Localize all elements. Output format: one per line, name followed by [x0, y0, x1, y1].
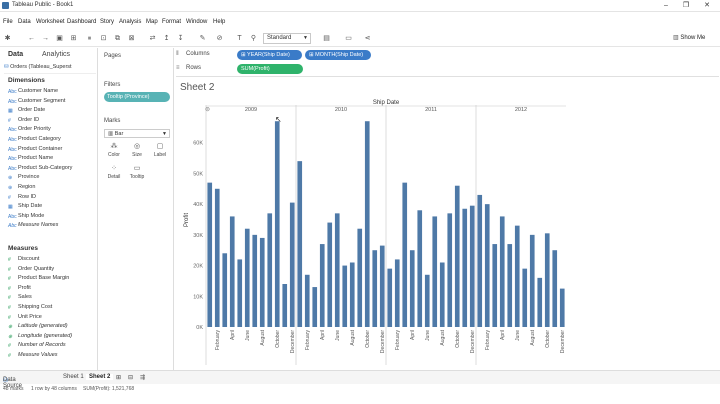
x-tick-label: June — [245, 330, 251, 341]
bar — [552, 250, 558, 327]
bar — [289, 202, 295, 327]
x-tick-label: October — [275, 330, 281, 348]
bar — [304, 274, 310, 327]
bar — [214, 188, 220, 327]
bar — [267, 213, 273, 327]
x-tick-label: February — [215, 330, 221, 351]
x-tick-label: December — [470, 330, 476, 353]
bar — [454, 185, 460, 327]
bar — [319, 244, 325, 327]
x-tick-label: August — [440, 329, 446, 345]
year-header: 2010 — [335, 107, 347, 113]
year-header: 2012 — [515, 107, 527, 113]
bar — [237, 259, 243, 327]
y-axis-label: Profit — [184, 213, 190, 227]
bar — [484, 204, 490, 327]
bar — [432, 216, 438, 327]
y-tick-label: 40K — [193, 202, 203, 208]
year-header: 2011 — [425, 107, 437, 113]
x-tick-label: April — [320, 330, 326, 340]
new-worksheet-icon[interactable]: ⊞ — [116, 374, 121, 381]
mouse-cursor-icon: ↖ — [275, 115, 282, 124]
x-tick-label: August — [350, 329, 356, 345]
x-tick-label: April — [230, 330, 236, 340]
bar — [402, 182, 408, 327]
bar — [417, 210, 423, 327]
bar — [357, 228, 363, 327]
tab-sheet-1[interactable]: Sheet 1 — [63, 374, 84, 380]
bar — [297, 161, 303, 327]
bar — [349, 262, 355, 327]
x-tick-label: February — [305, 330, 311, 351]
tab-sheet-2[interactable]: Sheet 2 — [86, 374, 114, 380]
chart-column-header: Ship Date — [373, 100, 400, 106]
bar — [207, 182, 213, 327]
x-tick-label: April — [500, 330, 506, 340]
y-tick-label: 20K — [193, 264, 203, 270]
x-tick-label: October — [545, 330, 551, 348]
bar — [514, 225, 520, 327]
x-tick-label: June — [515, 330, 521, 341]
y-tick-label: 10K — [193, 294, 203, 300]
bar — [439, 262, 445, 327]
bar — [387, 268, 393, 327]
status-marks: 48 marks — [3, 386, 24, 392]
bar — [229, 216, 235, 327]
bar — [282, 284, 288, 327]
bar — [462, 208, 468, 327]
x-tick-label: August — [530, 329, 536, 345]
y-tick-label: 30K — [193, 233, 203, 239]
bar — [364, 121, 370, 327]
x-tick-label: December — [560, 330, 566, 353]
y-tick-label: 0K — [196, 325, 203, 331]
bar — [342, 265, 348, 327]
status-bar: 48 marks 1 row by 48 columns SUM(Profit)… — [0, 384, 720, 394]
x-tick-label: December — [380, 330, 386, 353]
x-tick-label: February — [485, 330, 491, 351]
bar — [259, 237, 265, 327]
bar — [334, 213, 340, 327]
y-tick-label: 50K — [193, 171, 203, 177]
new-story-icon[interactable]: ⇶ — [140, 374, 145, 381]
sheet-tabs: ⛁ Data Source Sheet 1 Sheet 2 ⊞ ⊟ ⇶ — [0, 370, 720, 389]
bar — [274, 121, 280, 327]
bar — [537, 277, 543, 327]
bar — [522, 268, 528, 327]
bar — [477, 194, 483, 327]
bar — [492, 244, 498, 327]
bar — [469, 205, 475, 327]
year-header: 2009 — [245, 107, 257, 113]
bar — [447, 213, 453, 327]
bar — [244, 228, 250, 327]
bar — [559, 288, 565, 327]
bar — [544, 233, 550, 327]
bar — [394, 259, 400, 327]
y-tick-label: 60K — [193, 141, 203, 147]
bar — [507, 244, 513, 327]
x-tick-label: April — [410, 330, 416, 340]
x-tick-label: October — [365, 330, 371, 348]
x-tick-label: June — [335, 330, 341, 341]
sort-icon: ⊜ — [205, 107, 210, 113]
x-tick-label: August — [260, 329, 266, 345]
bar — [379, 245, 385, 327]
new-dashboard-icon[interactable]: ⊟ — [128, 374, 133, 381]
x-tick-label: February — [395, 330, 401, 351]
x-tick-label: June — [425, 330, 431, 341]
bar — [312, 287, 318, 327]
bar — [252, 234, 258, 327]
bar — [424, 274, 430, 327]
status-sum: SUM(Profit): 1,521,768 — [83, 386, 135, 392]
status-rows: 1 row by 48 columns — [31, 386, 77, 392]
x-tick-label: October — [455, 330, 461, 348]
bar — [499, 216, 505, 327]
bar — [327, 222, 333, 327]
bar — [372, 250, 378, 327]
bar — [222, 253, 228, 327]
bar — [529, 234, 535, 327]
bar — [409, 250, 415, 327]
bar-chart: Ship Date Profit 2009 2010 2011 2012 0K 10K 20K 3… — [184, 100, 566, 365]
x-tick-label: December — [290, 330, 296, 353]
